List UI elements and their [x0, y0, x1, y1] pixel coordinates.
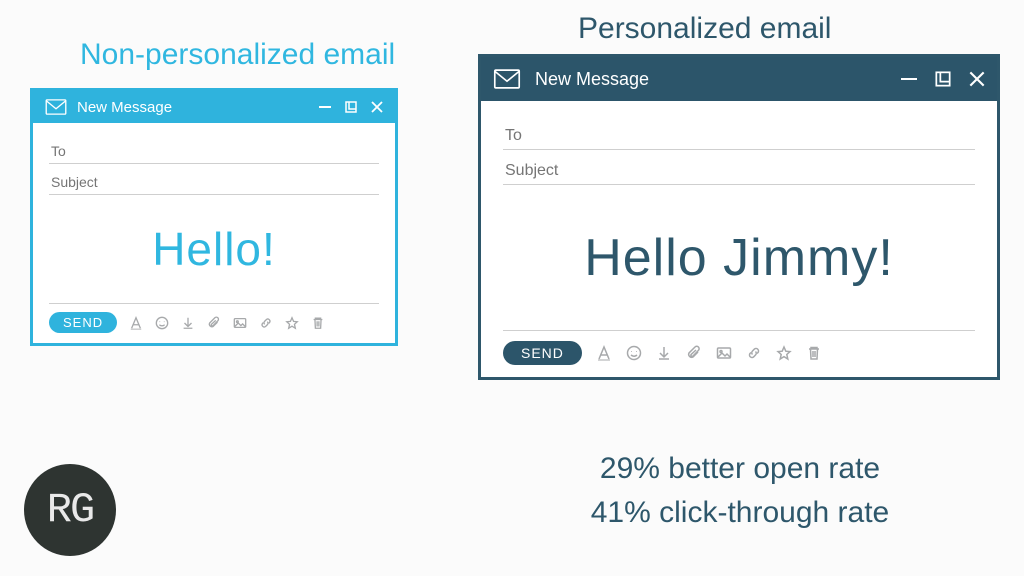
maximize-button[interactable]: [345, 101, 357, 113]
minimize-button[interactable]: [901, 78, 917, 80]
emoji-icon[interactable]: [155, 316, 169, 330]
image-icon[interactable]: [233, 316, 247, 330]
compose-body-area: Hello! SEND: [33, 123, 395, 343]
minimize-button[interactable]: [319, 106, 331, 108]
compose-titlebar: New Message: [481, 57, 997, 101]
font-icon[interactable]: [596, 345, 612, 361]
emoji-icon[interactable]: [626, 345, 642, 361]
attachment-icon[interactable]: [207, 316, 221, 330]
font-icon[interactable]: [129, 316, 143, 330]
compose-toolbar: SEND: [503, 330, 975, 377]
mail-icon: [45, 99, 67, 115]
close-button[interactable]: [969, 71, 985, 87]
to-field[interactable]: [503, 123, 975, 150]
compose-titlebar: New Message: [33, 91, 395, 123]
mail-icon: [493, 69, 521, 89]
attachment-icon[interactable]: [686, 345, 702, 361]
download-icon[interactable]: [181, 316, 195, 330]
compose-title: New Message: [535, 69, 649, 90]
star-icon[interactable]: [285, 316, 299, 330]
link-icon[interactable]: [746, 345, 762, 361]
heading-personalized: Personalized email: [578, 12, 831, 46]
close-button[interactable]: [371, 101, 383, 113]
subject-field[interactable]: [49, 170, 379, 195]
compose-body-text[interactable]: Hello!: [49, 195, 379, 303]
image-icon[interactable]: [716, 345, 732, 361]
compose-body-text[interactable]: Hello Jimmy!: [503, 185, 975, 330]
subject-field[interactable]: [503, 158, 975, 185]
compose-title: New Message: [77, 99, 172, 116]
compose-toolbar: SEND: [49, 303, 379, 343]
to-field[interactable]: [49, 139, 379, 164]
send-button[interactable]: SEND: [49, 312, 117, 333]
heading-nonpersonalized: Non-personalized email: [80, 38, 395, 72]
send-button[interactable]: SEND: [503, 341, 582, 365]
compose-window-personalized: New Message Hello Jimmy! SEND: [478, 54, 1000, 380]
star-icon[interactable]: [776, 345, 792, 361]
trash-icon[interactable]: [806, 345, 822, 361]
stat-open-rate: 29% better open rate: [480, 452, 1000, 486]
stat-ctr: 41% click-through rate: [480, 496, 1000, 530]
compose-body-area: Hello Jimmy! SEND: [481, 101, 997, 377]
trash-icon[interactable]: [311, 316, 325, 330]
link-icon[interactable]: [259, 316, 273, 330]
download-icon[interactable]: [656, 345, 672, 361]
compose-window-nonpersonalized: New Message Hello! SEND: [30, 88, 398, 346]
maximize-button[interactable]: [935, 71, 951, 87]
rg-logo: RG: [24, 464, 116, 556]
